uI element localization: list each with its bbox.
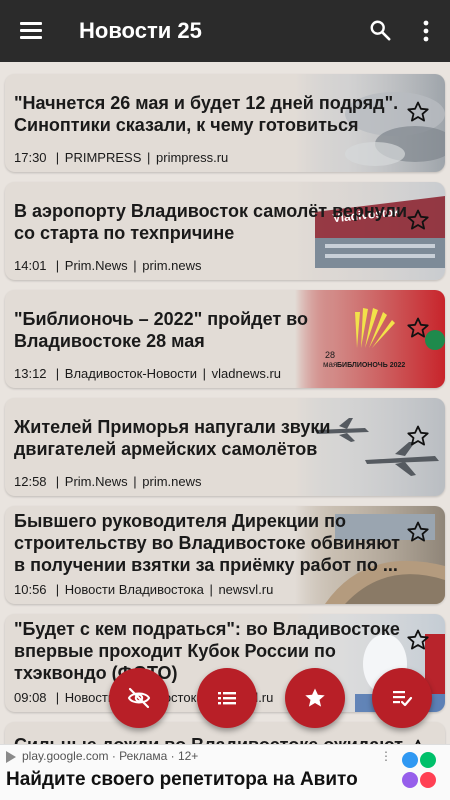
list-icon <box>218 692 236 705</box>
news-card[interactable]: 28 мая БИБЛИОНОЧЬ 2022 "Библионочь – 202… <box>5 290 445 388</box>
news-source: Владивосток-Новости <box>64 366 197 381</box>
news-domain: vladnews.ru <box>211 366 282 381</box>
avito-logo-icon <box>402 752 436 788</box>
hide-read-button[interactable] <box>109 668 169 728</box>
news-domain: primpress.ru <box>156 150 229 165</box>
star-outline-icon[interactable] <box>406 208 430 232</box>
star-outline-icon[interactable] <box>406 628 430 652</box>
news-card[interactable]: "Начнется 26 мая и будет 12 дней подряд"… <box>5 74 445 172</box>
menu-icon[interactable] <box>20 22 42 40</box>
news-domain: prim.news <box>142 258 202 273</box>
visibility-off-icon <box>127 687 151 709</box>
news-title: "Начнется 26 мая и будет 12 дней подряд"… <box>14 93 399 135</box>
star-outline-icon[interactable] <box>406 316 430 340</box>
news-time: 10:56 <box>14 582 47 597</box>
news-meta: 13:12 | Владивосток-Новости | vladnews.r… <box>14 366 282 381</box>
news-title: Сильные дожди во Владивостоке ожидают <box>14 734 409 744</box>
news-source: Новости Владивостока <box>64 582 204 597</box>
news-time: 09:08 <box>14 690 47 705</box>
ad-more-icon[interactable]: ⋮ <box>380 749 392 763</box>
news-card[interactable]: Бывшего руководителя Дирекции по строите… <box>5 506 445 604</box>
mark-all-read-button[interactable] <box>372 668 432 728</box>
more-vert-icon[interactable] <box>420 19 432 43</box>
news-time: 14:01 <box>14 258 47 273</box>
news-domain: newsvl.ru <box>218 582 274 597</box>
news-meta: 10:56 | Новости Владивостока | newsvl.ru <box>14 582 274 597</box>
google-play-icon <box>6 751 16 763</box>
favorites-button[interactable] <box>285 668 345 728</box>
star-icon <box>305 688 325 707</box>
news-time: 12:58 <box>14 474 47 489</box>
ad-source: play.google.com · Реклама · 12+ <box>22 749 199 763</box>
app-title: Новости 25 <box>79 18 202 43</box>
ad-headline[interactable]: Найдите своего репетитора на Авито <box>6 769 358 791</box>
news-domain: prim.news <box>142 474 202 489</box>
news-meta: 17:30 | PRIMPRESS | primpress.ru <box>14 150 229 165</box>
star-outline-icon[interactable] <box>406 100 430 124</box>
news-card[interactable]: Жителей Приморья напугали звуки двигател… <box>5 398 445 496</box>
ad-banner[interactable]: play.google.com · Реклама · 12+ ⋮ Найдит… <box>0 744 450 800</box>
news-time: 17:30 <box>14 150 47 165</box>
list-view-button[interactable] <box>197 668 257 728</box>
playlist-check-icon <box>393 691 413 707</box>
thumb-text: мая <box>323 360 337 369</box>
news-source: Prim.News <box>64 474 128 489</box>
news-time: 13:12 <box>14 366 47 381</box>
news-meta: 12:58 | Prim.News | prim.news <box>14 474 202 489</box>
star-outline-icon[interactable] <box>406 520 430 544</box>
news-title: Жителей Приморья напугали звуки двигател… <box>14 417 331 459</box>
search-icon[interactable] <box>369 19 391 41</box>
star-outline-icon[interactable] <box>406 424 430 448</box>
news-title: Бывшего руководителя Дирекции по строите… <box>14 511 400 575</box>
thumb-text: БИБЛИОНОЧЬ 2022 <box>337 362 405 369</box>
news-source: Prim.News <box>64 258 128 273</box>
news-feed[interactable]: "Начнется 26 мая и будет 12 дней подряд"… <box>0 62 450 744</box>
app-bar: Новости 25 <box>0 0 450 62</box>
news-meta: 14:01 | Prim.News | prim.news <box>14 258 202 273</box>
news-title: В аэропорту Владивосток самолёт вернули … <box>14 201 408 243</box>
news-title: "Библионочь – 2022" пройдет во Владивост… <box>14 309 308 351</box>
news-card[interactable]: Vladivostok В аэропорту Владивосток само… <box>5 182 445 280</box>
news-source: PRIMPRESS <box>64 150 142 165</box>
